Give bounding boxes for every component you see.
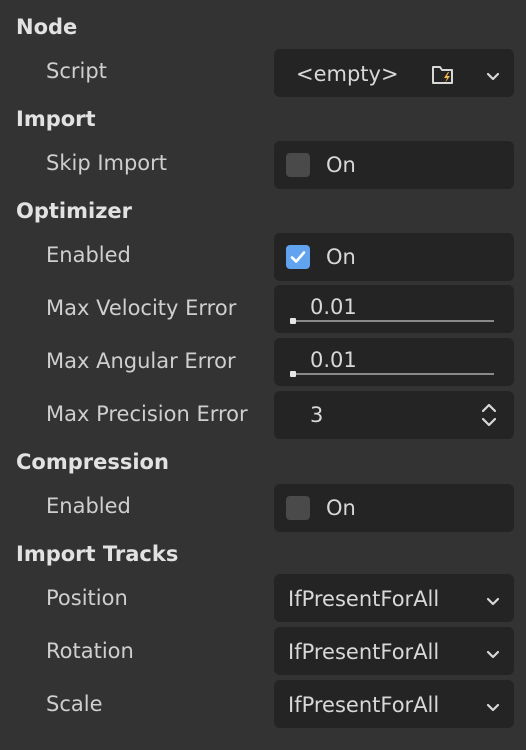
chevron-down-icon	[486, 698, 500, 717]
compression-enabled-on-text: On	[326, 496, 356, 520]
max-velocity-error-value: 0.01	[310, 295, 357, 319]
max-precision-error-spinbox[interactable]: 3	[274, 391, 514, 439]
scale-value: IfPresentForAll	[288, 693, 440, 717]
section-header-import: Import	[16, 107, 96, 131]
updown-arrows-icon[interactable]	[480, 401, 498, 433]
max-angular-error-slider[interactable]: 0.01	[274, 338, 514, 386]
chevron-down-icon[interactable]	[486, 67, 500, 86]
optimizer-enabled-checkbox[interactable]	[286, 245, 310, 269]
slider-grabber[interactable]	[290, 318, 296, 324]
optimizer-enabled-checkbox-field[interactable]: On	[274, 233, 514, 281]
position-value: IfPresentForAll	[288, 587, 440, 611]
compression-enabled-checkbox[interactable]	[286, 496, 310, 520]
script-label: Script	[46, 59, 107, 83]
chevron-down-icon	[486, 592, 500, 611]
script-field[interactable]: <empty>	[274, 49, 514, 97]
section-header-node: Node	[16, 15, 78, 39]
skip-import-checkbox[interactable]	[286, 153, 310, 177]
max-angular-error-label: Max Angular Error	[46, 349, 236, 373]
section-header-optimizer: Optimizer	[16, 199, 133, 223]
max-precision-error-value: 3	[310, 403, 324, 427]
compression-enabled-label: Enabled	[46, 494, 131, 518]
optimizer-enabled-on-text: On	[326, 245, 356, 269]
compression-enabled-checkbox-field[interactable]: On	[274, 484, 514, 532]
max-precision-error-label: Max Precision Error	[46, 402, 248, 426]
slider-grabber[interactable]	[290, 371, 296, 377]
rotation-value: IfPresentForAll	[288, 640, 440, 664]
max-angular-error-value: 0.01	[310, 348, 357, 372]
section-header-compression: Compression	[16, 450, 169, 474]
section-header-import-tracks: Import Tracks	[16, 542, 179, 566]
optimizer-enabled-label: Enabled	[46, 243, 131, 267]
script-value: <empty>	[296, 62, 399, 86]
max-velocity-error-label: Max Velocity Error	[46, 296, 237, 320]
max-velocity-error-slider[interactable]: 0.01	[274, 285, 514, 333]
scale-dropdown[interactable]: IfPresentForAll	[274, 680, 514, 728]
position-label: Position	[46, 586, 128, 610]
skip-import-checkbox-field[interactable]: On	[274, 141, 514, 189]
skip-import-label: Skip Import	[46, 151, 168, 175]
load-folder-icon[interactable]	[430, 62, 458, 90]
chevron-down-icon	[486, 645, 500, 664]
scale-label: Scale	[46, 692, 103, 716]
slider-track[interactable]	[290, 373, 494, 375]
position-dropdown[interactable]: IfPresentForAll	[274, 574, 514, 622]
checkmark-icon	[290, 251, 306, 263]
skip-import-on-text: On	[326, 153, 356, 177]
slider-track[interactable]	[290, 320, 494, 322]
rotation-dropdown[interactable]: IfPresentForAll	[274, 627, 514, 675]
rotation-label: Rotation	[46, 639, 134, 663]
